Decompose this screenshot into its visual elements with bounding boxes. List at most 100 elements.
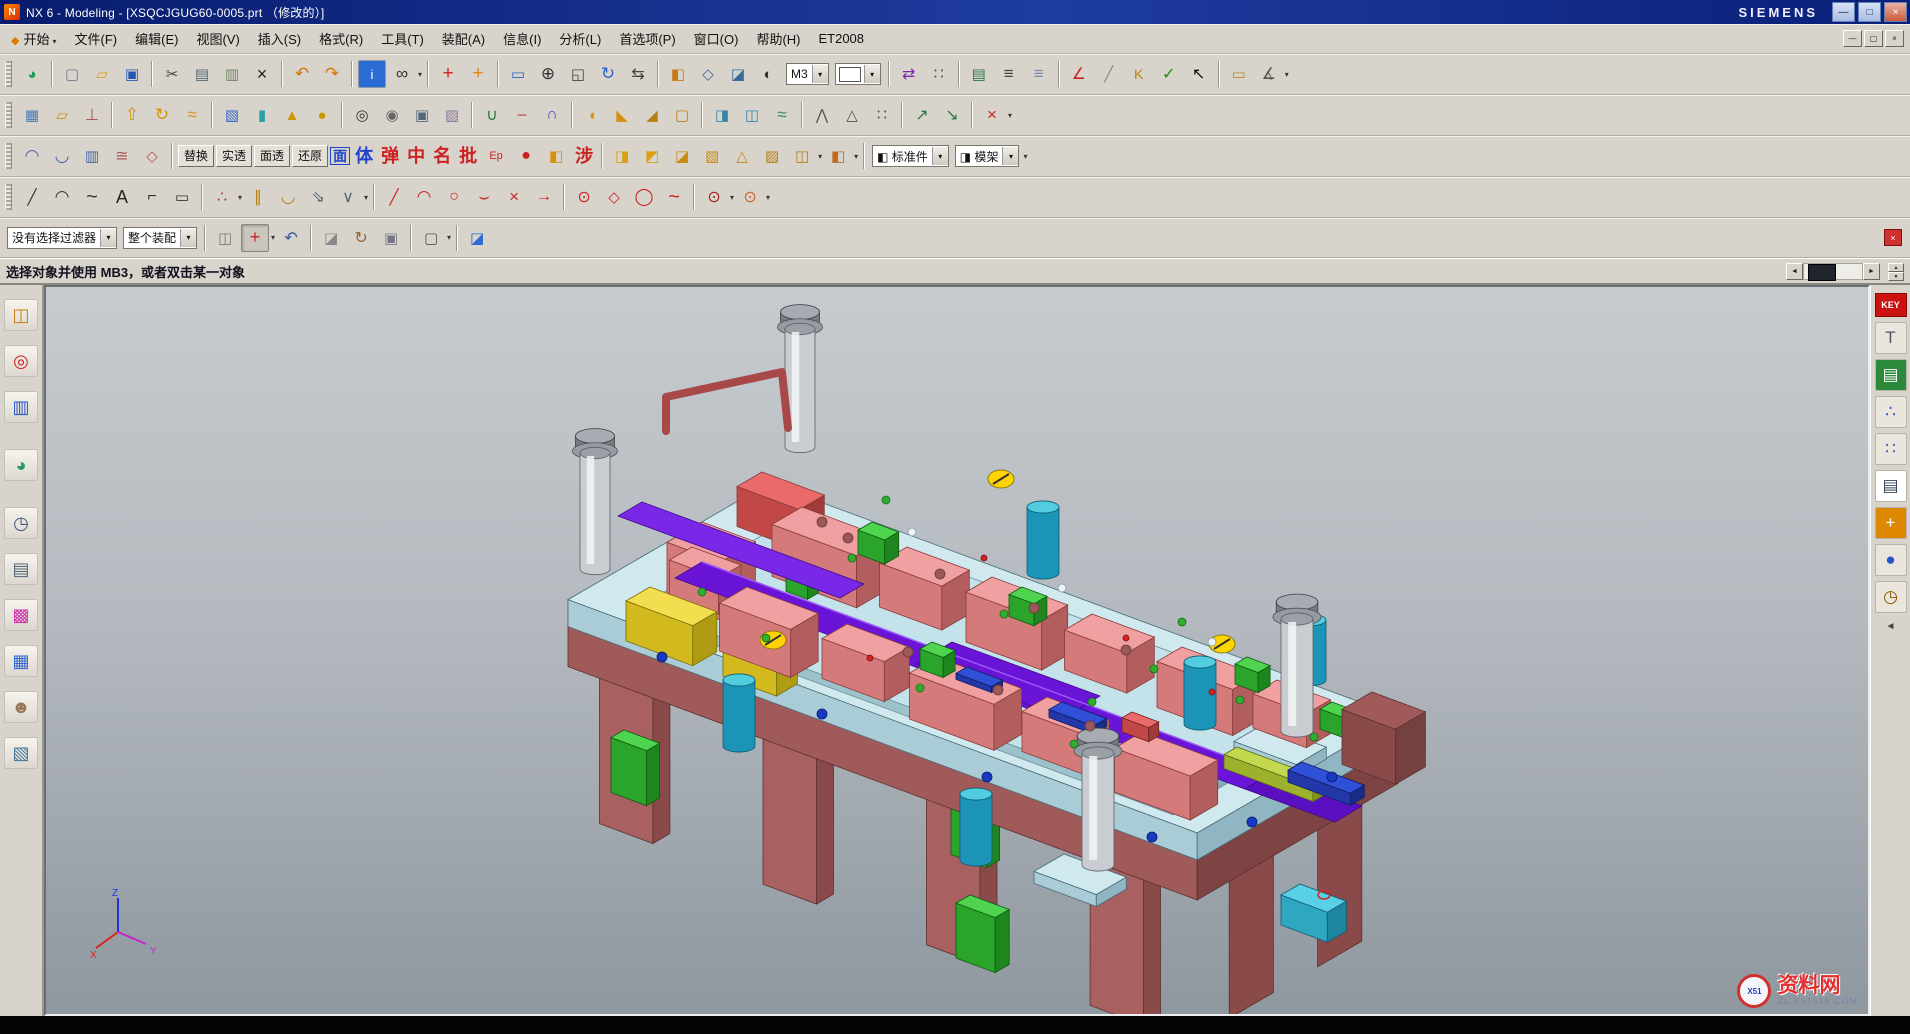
datum-axis-display-button[interactable]: ╱: [1095, 60, 1123, 88]
replace-display-button[interactable]: 替换: [178, 145, 214, 167]
menu-format[interactable]: 格式(R): [310, 25, 372, 52]
sweep-along-guide-button[interactable]: ≈: [178, 101, 206, 129]
wcs-orient-button[interactable]: +: [464, 60, 492, 88]
sketch-ellipse-button[interactable]: ◯: [630, 183, 658, 211]
split-body-button[interactable]: ◫: [738, 101, 766, 129]
datum-csys-button[interactable]: ⊥: [78, 101, 106, 129]
project-curve-button[interactable]: ⇘: [304, 183, 332, 211]
boss-feature-button[interactable]: ◉: [378, 101, 406, 129]
text-curve-button[interactable]: A: [108, 183, 136, 211]
clock-history-button[interactable]: ◷: [4, 507, 38, 539]
chevron-down-icon[interactable]: ▾: [1008, 111, 1012, 120]
shaded-view-cube-button[interactable]: ◪: [463, 224, 491, 252]
chevron-down-icon[interactable]: ▾: [1023, 152, 1027, 161]
die-tool-6-button[interactable]: ▨: [758, 142, 786, 170]
cancel-feature-button[interactable]: ×: [978, 101, 1006, 129]
die-tool-2-button[interactable]: ◩: [638, 142, 666, 170]
sketch-line-button[interactable]: ╱: [380, 183, 408, 211]
sew-button[interactable]: ≈: [768, 101, 796, 129]
trimetric-view-button[interactable]: ◪: [724, 60, 752, 88]
half-shade-button[interactable]: ◐: [754, 60, 782, 88]
constraint-navigator-button[interactable]: ∷: [1875, 433, 1907, 465]
unite-boolean-button[interactable]: ∪: [478, 101, 506, 129]
handle-tool-button[interactable]: ▣: [377, 224, 405, 252]
sketch-polygon-button[interactable]: ◇: [600, 183, 628, 211]
edge-blend-button[interactable]: ◖: [578, 101, 606, 129]
red-ball-tool-button[interactable]: ●: [512, 142, 540, 170]
menu-view[interactable]: 视图(V): [187, 25, 248, 52]
die-tool-8-button[interactable]: ◧: [824, 142, 852, 170]
scroll-left-button[interactable]: ◄: [1786, 263, 1803, 280]
chevron-down-icon[interactable]: ▾: [238, 193, 242, 202]
die-library-dropdown[interactable]: ◧ 标准件▾: [872, 145, 949, 167]
copy-button[interactable]: ▤: [188, 60, 216, 88]
subtract-boolean-button[interactable]: −: [508, 101, 536, 129]
undo-button[interactable]: ↶: [288, 60, 316, 88]
toolbar-grip[interactable]: [5, 184, 12, 210]
rotate-snap-tool-button[interactable]: ↻: [347, 224, 375, 252]
chevron-down-icon[interactable]: ▾: [271, 233, 275, 242]
fit-view-button[interactable]: ◱: [564, 60, 592, 88]
sketch-arc-button[interactable]: ◠: [410, 183, 438, 211]
find-component-button[interactable]: ∞: [388, 60, 416, 88]
redo-button[interactable]: ↷: [318, 60, 346, 88]
select-cursor-button[interactable]: ↖: [1185, 60, 1213, 88]
chamfer-button[interactable]: ◣: [608, 101, 636, 129]
trim-body-button[interactable]: ◨: [708, 101, 736, 129]
chevron-down-icon[interactable]: ▾: [447, 233, 451, 242]
shaded-cube-tool-button[interactable]: ◪: [317, 224, 345, 252]
close-button[interactable]: ×: [1884, 2, 1907, 22]
information-button[interactable]: i: [358, 60, 386, 88]
sketch-circle-button[interactable]: ○: [440, 183, 468, 211]
menu-et2008[interactable]: ET2008: [809, 27, 873, 50]
batch-tool-button[interactable]: 批: [456, 147, 480, 165]
new-file-button[interactable]: ▢: [58, 60, 86, 88]
through-curves-button[interactable]: ≅: [108, 142, 136, 170]
shaded-with-edges-button[interactable]: ◧: [664, 60, 692, 88]
selection-filter-dropdown[interactable]: 没有选择过滤器▾: [7, 227, 117, 249]
cone-primitive-button[interactable]: ▲: [278, 101, 306, 129]
chevron-down-icon[interactable]: ▾: [364, 193, 368, 202]
menu-preferences[interactable]: 首选项(P): [610, 25, 684, 52]
cut-button[interactable]: ✂: [158, 60, 186, 88]
zoom-window-button[interactable]: ▭: [504, 60, 532, 88]
center-tool-button[interactable]: 中: [404, 147, 428, 165]
delete-button[interactable]: ×: [248, 60, 276, 88]
die-tool-1-button[interactable]: ◨: [608, 142, 636, 170]
child-minimize-button[interactable]: —: [1843, 30, 1862, 47]
sketch-point-button[interactable]: ⊙: [570, 183, 598, 211]
extrude-button[interactable]: ⇧: [118, 101, 146, 129]
cylinder-primitive-button[interactable]: ▮: [248, 101, 276, 129]
wave-link-button[interactable]: ⋀: [808, 101, 836, 129]
pad-feature-button[interactable]: ▨: [438, 101, 466, 129]
spin-up-button[interactable]: ▲: [1888, 263, 1904, 272]
save-file-button[interactable]: ▣: [118, 60, 146, 88]
graphics-viewport[interactable]: Z X Y X51 资料网 ZL.X51616.COM: [44, 285, 1870, 1016]
assembly-constraints-button[interactable]: ∷: [925, 60, 953, 88]
datum-csys-display-button[interactable]: ∠: [1065, 60, 1093, 88]
offset-curve-button[interactable]: ∥: [244, 183, 272, 211]
sketch-fillet-button[interactable]: ⌣: [470, 183, 498, 211]
snap-point-pair-button[interactable]: ◫: [211, 224, 239, 252]
nx-start-button[interactable]: ◕: [18, 60, 46, 88]
history-palette-button[interactable]: ◷: [1875, 581, 1907, 613]
rotate-view-button[interactable]: ↻: [594, 60, 622, 88]
user-roles-button[interactable]: ☻: [4, 691, 38, 723]
interference-tool-button[interactable]: 涉: [572, 147, 596, 165]
die-tool-3-button[interactable]: ◪: [668, 142, 696, 170]
part-family-dropdown[interactable]: ◨ 模架▾: [955, 145, 1020, 167]
rectangle-select-button[interactable]: ▢: [417, 224, 445, 252]
point-set-button[interactable]: ∴: [208, 183, 236, 211]
assembly-navigator-button[interactable]: ∴: [1875, 396, 1907, 428]
spin-down-button[interactable]: ▼: [1888, 272, 1904, 281]
report-chart-button[interactable]: ▦: [4, 645, 38, 677]
mian-tool-button[interactable]: 面: [330, 147, 350, 165]
swept-surface-button[interactable]: ◡: [48, 142, 76, 170]
image-capture-button[interactable]: ▧: [4, 737, 38, 769]
name-tool-button[interactable]: 名: [430, 147, 454, 165]
menu-window[interactable]: 窗口(O): [685, 25, 748, 52]
menu-edit[interactable]: 编辑(E): [126, 25, 187, 52]
scroll-right-button[interactable]: ►: [1863, 263, 1880, 280]
chevron-down-icon[interactable]: ▾: [1285, 70, 1289, 79]
palette-green-button[interactable]: ▤: [1875, 359, 1907, 391]
